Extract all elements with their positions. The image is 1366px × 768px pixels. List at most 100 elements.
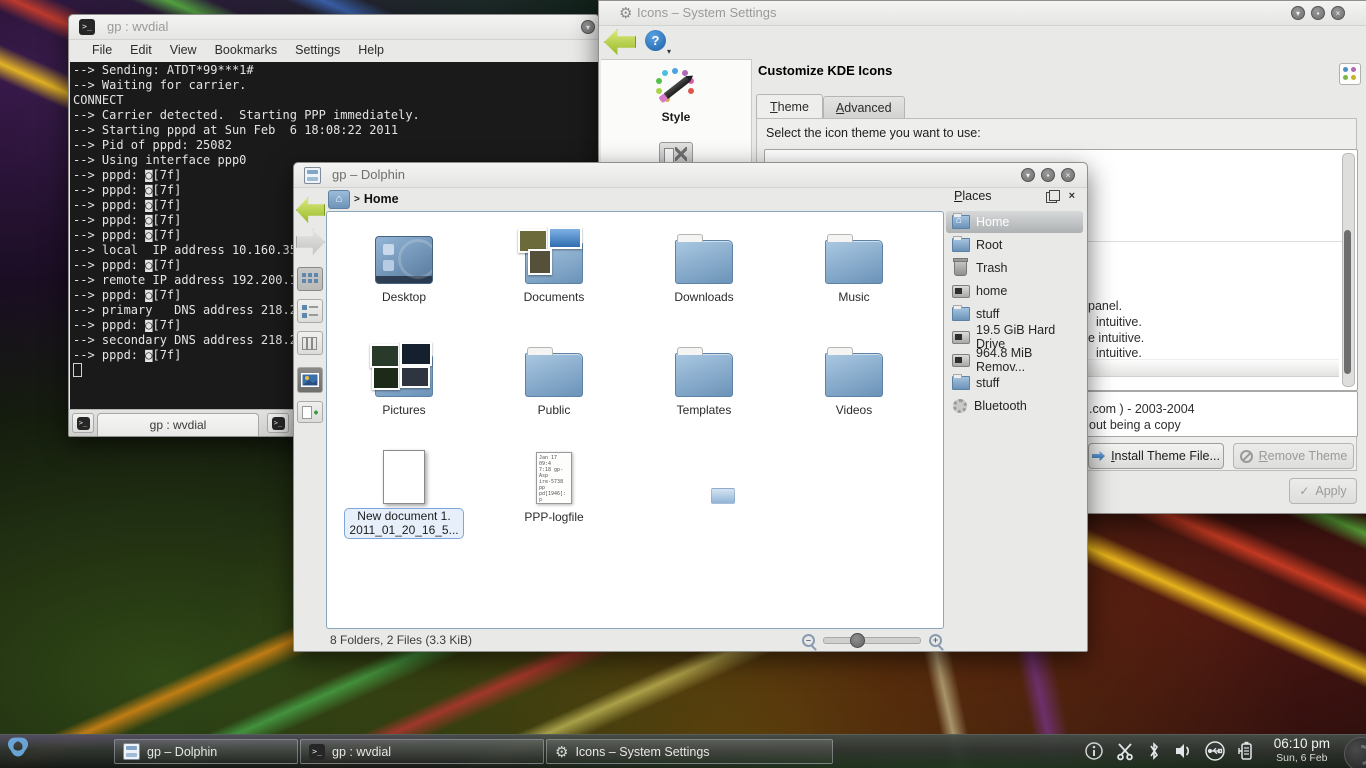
- menu-item[interactable]: View: [161, 43, 206, 59]
- terminal-line: --> Sending: ATDT*99***1#: [73, 63, 598, 78]
- page-title: Customize KDE Icons: [758, 63, 892, 78]
- home-folder-icon[interactable]: ⌂: [328, 190, 350, 209]
- konsole-title: gp : wvdial: [107, 19, 168, 34]
- minimize-button[interactable]: ▾: [581, 20, 595, 34]
- chevron-down-icon[interactable]: ▾: [667, 47, 671, 56]
- breadcrumb-home[interactable]: Home: [364, 192, 399, 206]
- volume-icon[interactable]: [1173, 741, 1193, 761]
- icons-view-button[interactable]: [297, 267, 323, 291]
- dolphin-side-toolbar: [294, 187, 326, 627]
- remove-theme-button[interactable]: Remove Theme: [1233, 443, 1354, 469]
- minimize-button[interactable]: ▾: [1291, 6, 1305, 20]
- places-item-home-partition[interactable]: home: [946, 280, 1083, 302]
- desktop-folder-icon: [375, 236, 433, 284]
- detach-panel-icon[interactable]: [1046, 192, 1057, 203]
- places-item-root[interactable]: Root: [946, 234, 1083, 256]
- scrollbar-thumb[interactable]: [1344, 230, 1351, 374]
- zoom-out-icon[interactable]: –: [802, 634, 815, 647]
- tab-advanced[interactable]: Advanced: [823, 96, 905, 120]
- dolphin-statusbar: 8 Folders, 2 Files (3.3 KiB) – +: [294, 629, 1087, 651]
- forward-button[interactable]: [296, 229, 325, 255]
- zoom-slider[interactable]: [823, 637, 921, 644]
- file-item-label: Music: [789, 290, 919, 304]
- file-item-documents[interactable]: Documents: [489, 220, 619, 304]
- places-item-stuff-2[interactable]: stuff: [946, 372, 1083, 394]
- menu-item[interactable]: Edit: [121, 43, 161, 59]
- file-item-pictures[interactable]: Pictures: [339, 333, 469, 417]
- back-button[interactable]: [604, 29, 636, 55]
- file-item-music[interactable]: Music: [789, 220, 919, 304]
- breadcrumb: ⌂ > Home: [328, 189, 399, 209]
- drag-ghost-artifact: [711, 488, 735, 504]
- task-button-dolphin[interactable]: gp – Dolphin: [114, 739, 298, 764]
- new-tab-button[interactable]: >_: [72, 413, 94, 433]
- digital-clock[interactable]: 06:10 pm Sun, 6 Feb: [1274, 737, 1330, 765]
- close-button[interactable]: ×: [1061, 168, 1075, 182]
- places-item-stuff[interactable]: stuff: [946, 303, 1083, 325]
- bluetooth-icon[interactable]: [1146, 741, 1162, 761]
- task-button-wvdial[interactable]: >_ gp : wvdial: [300, 739, 544, 764]
- konsole-titlebar[interactable]: >_ gp : wvdial ▾ ▪ ×: [69, 15, 599, 40]
- columns-view-button[interactable]: [297, 331, 323, 355]
- syssettings-window-buttons: ▾ ▪ ×: [1291, 6, 1345, 20]
- sidebar-item-style[interactable]: Style: [601, 60, 751, 124]
- places-item-bluetooth[interactable]: Bluetooth: [946, 395, 1083, 417]
- places-item-trash[interactable]: Trash: [946, 257, 1083, 279]
- close-panel-icon[interactable]: ×: [1069, 190, 1075, 202]
- menu-item[interactable]: Help: [349, 43, 393, 59]
- preview-button[interactable]: [297, 367, 323, 393]
- panel-toolbox-cashew-icon[interactable]: [1344, 737, 1366, 768]
- maximize-button[interactable]: ▪: [1311, 6, 1325, 20]
- menu-item[interactable]: Settings: [286, 43, 349, 59]
- file-item-desktop[interactable]: Desktop: [339, 220, 469, 304]
- maximize-button[interactable]: ▪: [1041, 168, 1055, 182]
- icon-sizes-icon[interactable]: [1339, 63, 1361, 85]
- usb-device-icon[interactable]: [1204, 740, 1226, 762]
- install-theme-file-button[interactable]: Install Theme File...: [1088, 443, 1224, 469]
- file-item-templates[interactable]: Templates: [639, 333, 769, 417]
- terminal-line: --> Pid of pppd: 25082: [73, 138, 598, 153]
- places-item-label: Home: [976, 215, 1009, 229]
- tab-gp-wvdial[interactable]: gp : wvdial: [97, 413, 259, 436]
- folder-icon: [675, 353, 733, 397]
- back-button[interactable]: [296, 197, 325, 223]
- zoom-slider-handle[interactable]: [850, 633, 865, 648]
- task-button-system-settings[interactable]: ⚙ Icons – System Settings: [546, 739, 833, 764]
- taskbar-panel: gp – Dolphin >_ gp : wvdial ⚙ Icons – Sy…: [0, 734, 1366, 768]
- split-view-button[interactable]: [297, 401, 323, 423]
- notifications-info-icon[interactable]: [1084, 741, 1104, 761]
- zoom-in-icon[interactable]: +: [929, 634, 942, 647]
- gear-icon: ⚙: [619, 4, 632, 22]
- places-item-removable[interactable]: 964.8 MiB Remov...: [946, 349, 1083, 371]
- theme-list-text-fragment: panel.: [1088, 299, 1122, 313]
- details-view-button[interactable]: [297, 299, 323, 323]
- menu-item[interactable]: File: [83, 43, 121, 59]
- folder-icon: [675, 240, 733, 284]
- file-item-ppp-logfile[interactable]: Jan 17 09:4 7:18 gp-Asp ire-5738 pp pd[1…: [489, 438, 619, 524]
- syssettings-titlebar[interactable]: ⚙ Icons – System Settings ▾ ▪ ×: [599, 1, 1366, 26]
- dolphin-titlebar[interactable]: gp – Dolphin ▾ ▪ ×: [294, 163, 1087, 188]
- status-text: 8 Folders, 2 Files (3.3 KiB): [330, 633, 472, 647]
- app-launcher-icon[interactable]: [3, 737, 33, 767]
- home-folder-icon: ⌂: [952, 215, 970, 229]
- tab-theme[interactable]: Theme: [756, 94, 823, 120]
- minimize-button[interactable]: ▾: [1021, 168, 1035, 182]
- theme-list-scrollbar[interactable]: [1342, 153, 1355, 387]
- file-item-downloads[interactable]: Downloads: [639, 220, 769, 304]
- close-button[interactable]: ×: [1331, 6, 1345, 20]
- battery-icon[interactable]: [1237, 740, 1255, 762]
- places-item-hard-drive[interactable]: 19.5 GiB Hard Drive: [946, 326, 1083, 348]
- places-item-home[interactable]: ⌂ Home: [946, 211, 1083, 233]
- folder-icon: [952, 376, 970, 390]
- help-button[interactable]: ?: [645, 30, 666, 51]
- file-item-videos[interactable]: Videos: [789, 333, 919, 417]
- tab-list-button[interactable]: >_: [267, 413, 289, 433]
- apply-button[interactable]: ✓ Apply: [1289, 478, 1357, 504]
- folder-view[interactable]: Desktop Documents Downloads Music: [326, 211, 944, 629]
- file-item-public[interactable]: Public: [489, 333, 619, 417]
- file-item-new-document[interactable]: New document 1.2011_01_20_16_5...: [339, 438, 469, 539]
- file-item-label: Public: [489, 403, 619, 417]
- menu-item[interactable]: Bookmarks: [206, 43, 287, 59]
- folder-icon: [825, 353, 883, 397]
- klipper-scissors-icon[interactable]: [1115, 741, 1135, 761]
